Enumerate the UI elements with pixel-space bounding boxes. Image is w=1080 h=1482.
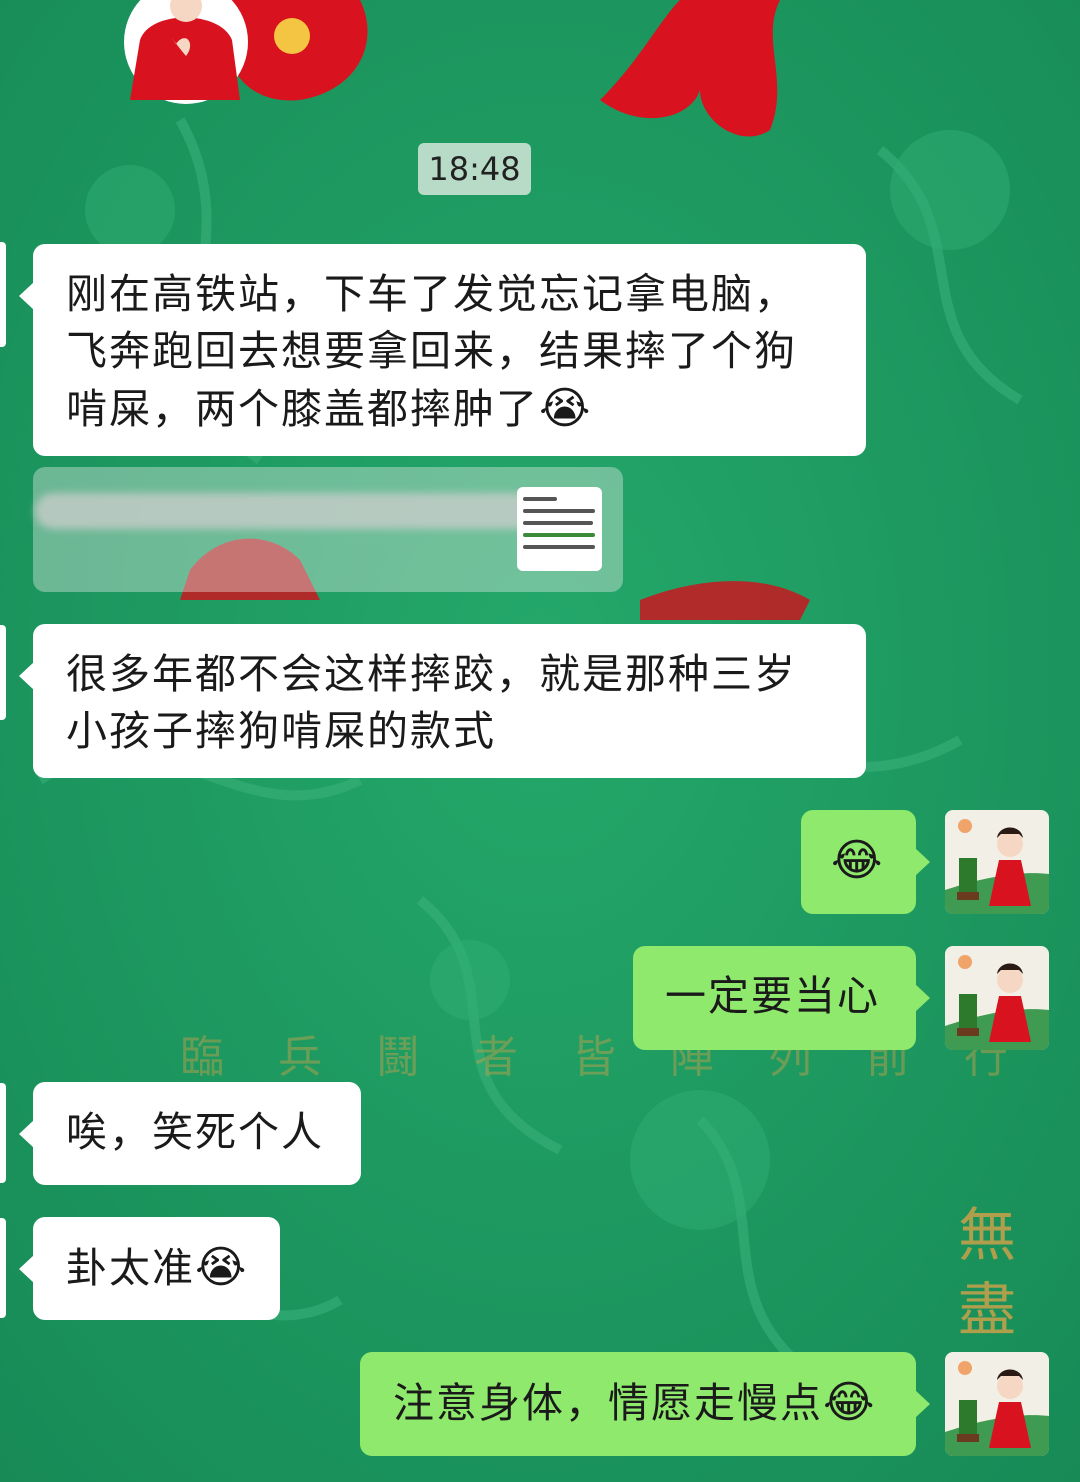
avatar-image xyxy=(945,810,1049,914)
incoming-image-message[interactable] xyxy=(33,467,623,592)
message-text: 卦太准 xyxy=(66,1244,195,1292)
message-text: 一定要当心 xyxy=(665,972,880,1020)
outgoing-message[interactable]: 注意身体，情愿走慢点😂 xyxy=(360,1352,930,1456)
left-avatar-edge xyxy=(0,1218,6,1318)
chat-area: 18:48 刚在高铁站，下车了发觉忘记拿电脑，飞奔跑回去想要拿回来，结果摔了个狗… xyxy=(0,0,1080,1482)
avatar-image xyxy=(945,946,1049,1050)
tears-of-joy-emoji: 😂 xyxy=(823,1377,877,1428)
blurred-text xyxy=(35,493,535,529)
message-text: 很多年都不会这样摔跤，就是那种三岁小孩子摔狗啃屎的款式 xyxy=(66,650,797,755)
left-avatar-edge xyxy=(0,625,6,720)
incoming-message[interactable]: 刚在高铁站，下车了发觉忘记拿电脑，飞奔跑回去想要拿回来，结果摔了个狗啃屎，两个膝… xyxy=(19,244,866,456)
tears-of-joy-emoji: 😂 xyxy=(831,835,885,886)
cry-laugh-emoji: 😭 xyxy=(195,1242,249,1293)
cry-laugh-emoji: 😭 xyxy=(539,383,593,434)
avatar[interactable] xyxy=(945,946,1049,1050)
outgoing-message[interactable]: 一定要当心 xyxy=(633,946,930,1050)
incoming-message[interactable]: 唉，笑死个人 xyxy=(19,1082,361,1185)
outgoing-message[interactable]: 😂 xyxy=(801,810,930,914)
left-avatar-edge xyxy=(0,1083,6,1183)
avatar-image xyxy=(945,1352,1049,1456)
message-timestamp: 18:48 xyxy=(418,143,531,195)
message-text: 唉，笑死个人 xyxy=(66,1108,324,1156)
message-text: 刚在高铁站，下车了发觉忘记拿电脑，飞奔跑回去想要拿回来，结果摔了个狗啃屎，两个膝… xyxy=(66,270,797,433)
avatar[interactable] xyxy=(945,1352,1049,1456)
screenshot-thumbnail[interactable] xyxy=(517,487,602,571)
incoming-message[interactable]: 卦太准😭 xyxy=(19,1217,280,1320)
incoming-message[interactable]: 很多年都不会这样摔跤，就是那种三岁小孩子摔狗啃屎的款式 xyxy=(19,624,866,778)
left-avatar-edge xyxy=(0,242,6,347)
avatar[interactable] xyxy=(945,810,1049,914)
message-text: 注意身体，情愿走慢点 xyxy=(393,1379,823,1427)
